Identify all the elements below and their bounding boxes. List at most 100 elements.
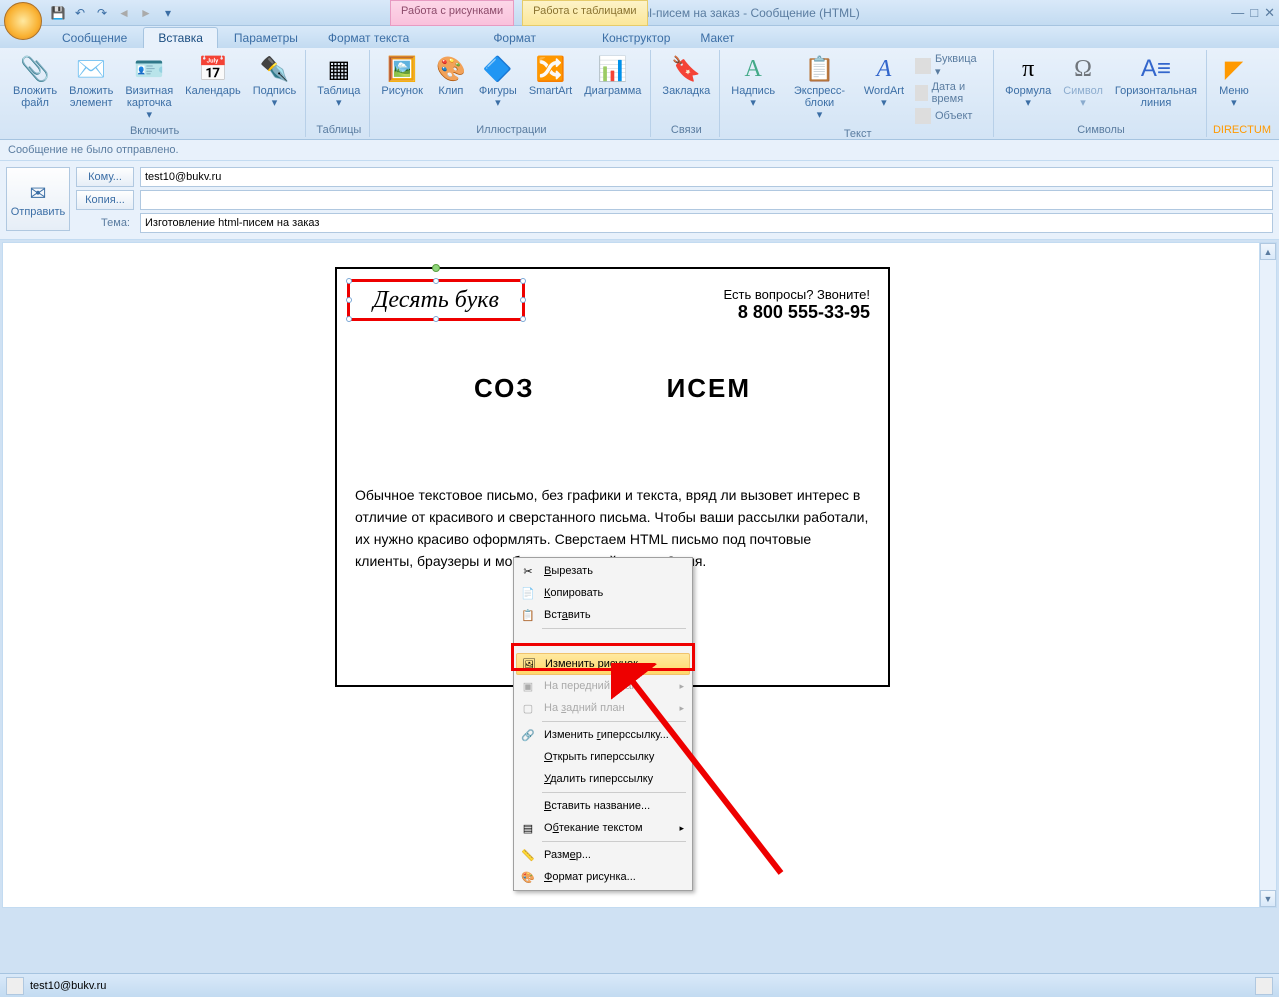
rotate-handle[interactable] xyxy=(432,264,440,272)
quickparts-button[interactable]: 📋Экспресс-блоки ▾ xyxy=(782,50,857,124)
separator xyxy=(542,792,686,793)
resize-handle[interactable] xyxy=(346,278,352,284)
status-presence-icon[interactable] xyxy=(1255,977,1273,995)
context-tab-picture[interactable]: Работа с рисунками xyxy=(390,0,514,26)
pen-icon: ✒️ xyxy=(258,53,290,85)
omega-icon: Ω xyxy=(1067,53,1099,85)
resize-handle[interactable] xyxy=(346,297,352,303)
attach-file-button[interactable]: 📎Вложить файл xyxy=(8,50,62,112)
message-notice: Сообщение не было отправлено. xyxy=(0,140,1279,161)
office-button[interactable] xyxy=(4,2,42,40)
subject-label: Тема: xyxy=(76,217,134,229)
link-icon: 🔗 xyxy=(520,727,536,743)
tab-format-text[interactable]: Формат текста xyxy=(314,28,423,48)
cm-format-picture[interactable]: 🎨Формат рисунка... xyxy=(516,866,690,888)
object-button[interactable]: Объект xyxy=(913,107,987,125)
tab-options[interactable]: Параметры xyxy=(220,28,312,48)
back-icon: ▢ xyxy=(520,700,536,716)
size-icon: 📏 xyxy=(520,847,536,863)
hr-button[interactable]: A≡Горизонтальная линия xyxy=(1110,50,1202,112)
group-label: Таблицы xyxy=(312,123,365,137)
separator xyxy=(542,721,686,722)
tab-insert[interactable]: Вставка xyxy=(143,27,218,48)
chart-icon: 📊 xyxy=(597,53,629,85)
smartart-icon: 🔀 xyxy=(535,53,567,85)
resize-handle[interactable] xyxy=(346,316,352,322)
window-title: Изготовление html-писем на заказ - Сообщ… xyxy=(178,6,1231,20)
cm-paste[interactable]: 📋Вставить xyxy=(516,604,690,626)
tab-designer[interactable]: Конструктор xyxy=(588,28,684,48)
cm-remove-hyperlink[interactable]: Удалить гиперссылку xyxy=(516,768,690,790)
to-button[interactable]: Кому... xyxy=(76,167,134,187)
qat-menu-icon[interactable]: ▾ xyxy=(158,3,178,23)
cm-text-wrap[interactable]: ▤Обтекание текстом▸ xyxy=(516,817,690,839)
maximize-icon[interactable]: □ xyxy=(1250,5,1258,21)
group-label: Связи xyxy=(657,123,715,137)
cm-insert-caption[interactable]: Вставить название... xyxy=(516,795,690,817)
tab-layout[interactable]: Макет xyxy=(686,28,748,48)
smartart-button[interactable]: 🔀SmartArt xyxy=(524,50,577,100)
dropcap-button[interactable]: Буквица ▾ xyxy=(913,52,987,79)
tab-format[interactable]: Формат xyxy=(479,28,550,48)
subject-input[interactable] xyxy=(140,213,1273,233)
send-button[interactable]: ✉ Отправить xyxy=(6,167,70,231)
card-icon: 🪪 xyxy=(133,53,165,85)
cc-button[interactable]: Копия... xyxy=(76,190,134,210)
scroll-up-icon[interactable]: ▲ xyxy=(1260,243,1276,260)
cm-open-hyperlink[interactable]: Открыть гиперссылку xyxy=(516,746,690,768)
minimize-icon[interactable]: — xyxy=(1231,5,1244,21)
resize-handle[interactable] xyxy=(433,316,439,322)
attach-item-button[interactable]: ✉️Вложить элемент xyxy=(64,50,118,112)
cm-cut[interactable]: ✂Вырезать xyxy=(516,560,690,582)
redo-icon[interactable]: ↷ xyxy=(92,3,112,23)
calendar-button[interactable]: 📅Календарь xyxy=(180,50,246,100)
cm-copy[interactable]: 📄Копировать xyxy=(516,582,690,604)
change-picture-icon: 🖼 xyxy=(521,656,537,672)
resize-handle[interactable] xyxy=(520,278,526,284)
clip-button[interactable]: 🎨Клип xyxy=(430,50,472,100)
group-symbols: πФормула ▾ ΩСимвол ▾ A≡Горизонтальная ли… xyxy=(996,50,1207,137)
compose -: ✉ Отправить Кому... Копия... Тема: xyxy=(0,161,1279,240)
resize-handle[interactable] xyxy=(520,316,526,322)
cm-change-picture[interactable]: 🖼Изменить рисунок... xyxy=(516,653,690,675)
cm-send-back: ▢На задний план▸ xyxy=(516,697,690,719)
cm-edit-hyperlink[interactable]: 🔗Изменить гиперссылку... xyxy=(516,724,690,746)
context-menu: ✂Вырезать 📄Копировать 📋Вставить x 🖼Измен… xyxy=(513,557,693,891)
separator xyxy=(542,841,686,842)
save-icon[interactable]: 💾 xyxy=(48,3,68,23)
clip-icon: 🎨 xyxy=(435,53,467,85)
shapes-button[interactable]: 🔷Фигуры ▾ xyxy=(474,50,522,112)
datetime-button[interactable]: Дата и время xyxy=(913,80,987,106)
prev-icon[interactable]: ◄ xyxy=(114,3,134,23)
textbox-button[interactable]: AНадпись ▾ xyxy=(726,50,780,112)
table-button[interactable]: ▦Таблица ▾ xyxy=(312,50,365,112)
bookmark-button[interactable]: 🔖Закладка xyxy=(657,50,715,100)
chart-button[interactable]: 📊Диаграмма xyxy=(579,50,646,100)
undo-icon[interactable]: ↶ xyxy=(70,3,90,23)
hr-icon: A≡ xyxy=(1140,53,1172,85)
vertical-scrollbar[interactable]: ▲ ▼ xyxy=(1259,243,1276,907)
message-body[interactable]: Десять букв Есть вопросы? Звоните! 8 800… xyxy=(2,242,1277,908)
to-input[interactable] xyxy=(140,167,1273,187)
wordart-button[interactable]: AWordArt ▾ xyxy=(859,50,909,112)
symbol-button[interactable]: ΩСимвол ▾ xyxy=(1058,50,1108,112)
group-include: 📎Вложить файл ✉️Вложить элемент 🪪Визитна… xyxy=(4,50,306,137)
cc-input[interactable] xyxy=(140,190,1273,210)
cut-icon: ✂ xyxy=(520,563,536,579)
picture-button[interactable]: 🖼️Рисунок xyxy=(376,50,428,100)
resize-handle[interactable] xyxy=(520,297,526,303)
contact-block: Есть вопросы? Звоните! 8 800 555-33-95 xyxy=(724,287,870,323)
scroll-down-icon[interactable]: ▼ xyxy=(1260,890,1276,907)
contact-question: Есть вопросы? Звоните! xyxy=(724,287,870,302)
business-card-button[interactable]: 🪪Визитная карточка ▾ xyxy=(120,50,178,124)
close-icon[interactable]: ✕ xyxy=(1264,5,1275,21)
equation-button[interactable]: πФормула ▾ xyxy=(1000,50,1056,112)
cm-size[interactable]: 📏Размер... xyxy=(516,844,690,866)
directum-menu-button[interactable]: ◤Меню ▾ xyxy=(1213,50,1255,112)
resize-handle[interactable] xyxy=(433,278,439,284)
context-tab-table[interactable]: Работа с таблицами xyxy=(522,0,647,26)
next-icon[interactable]: ► xyxy=(136,3,156,23)
selected-image[interactable]: Десять букв xyxy=(347,279,525,321)
tab-message[interactable]: Сообщение xyxy=(48,28,141,48)
signature-button[interactable]: ✒️Подпись ▾ xyxy=(248,50,302,112)
